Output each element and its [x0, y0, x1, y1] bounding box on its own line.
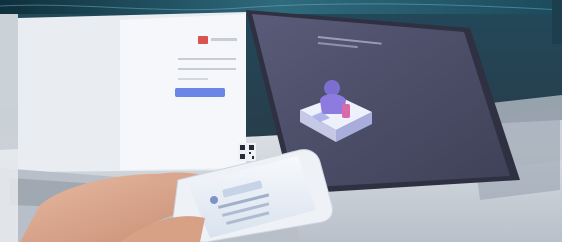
form-field-line [178, 68, 236, 70]
figure-head [324, 80, 340, 96]
login-button-graphic [175, 88, 225, 97]
phone-avatar [210, 196, 218, 204]
photo-illustration [0, 0, 562, 242]
top-banner-strip [0, 0, 562, 14]
form-field-line [178, 78, 208, 80]
form-field-line [178, 58, 236, 60]
brand-logo-icon [198, 36, 208, 44]
left-light-border [0, 14, 18, 242]
photo-scene [0, 0, 562, 242]
qr-code-icon [238, 143, 256, 161]
right-edge-block [552, 0, 562, 44]
